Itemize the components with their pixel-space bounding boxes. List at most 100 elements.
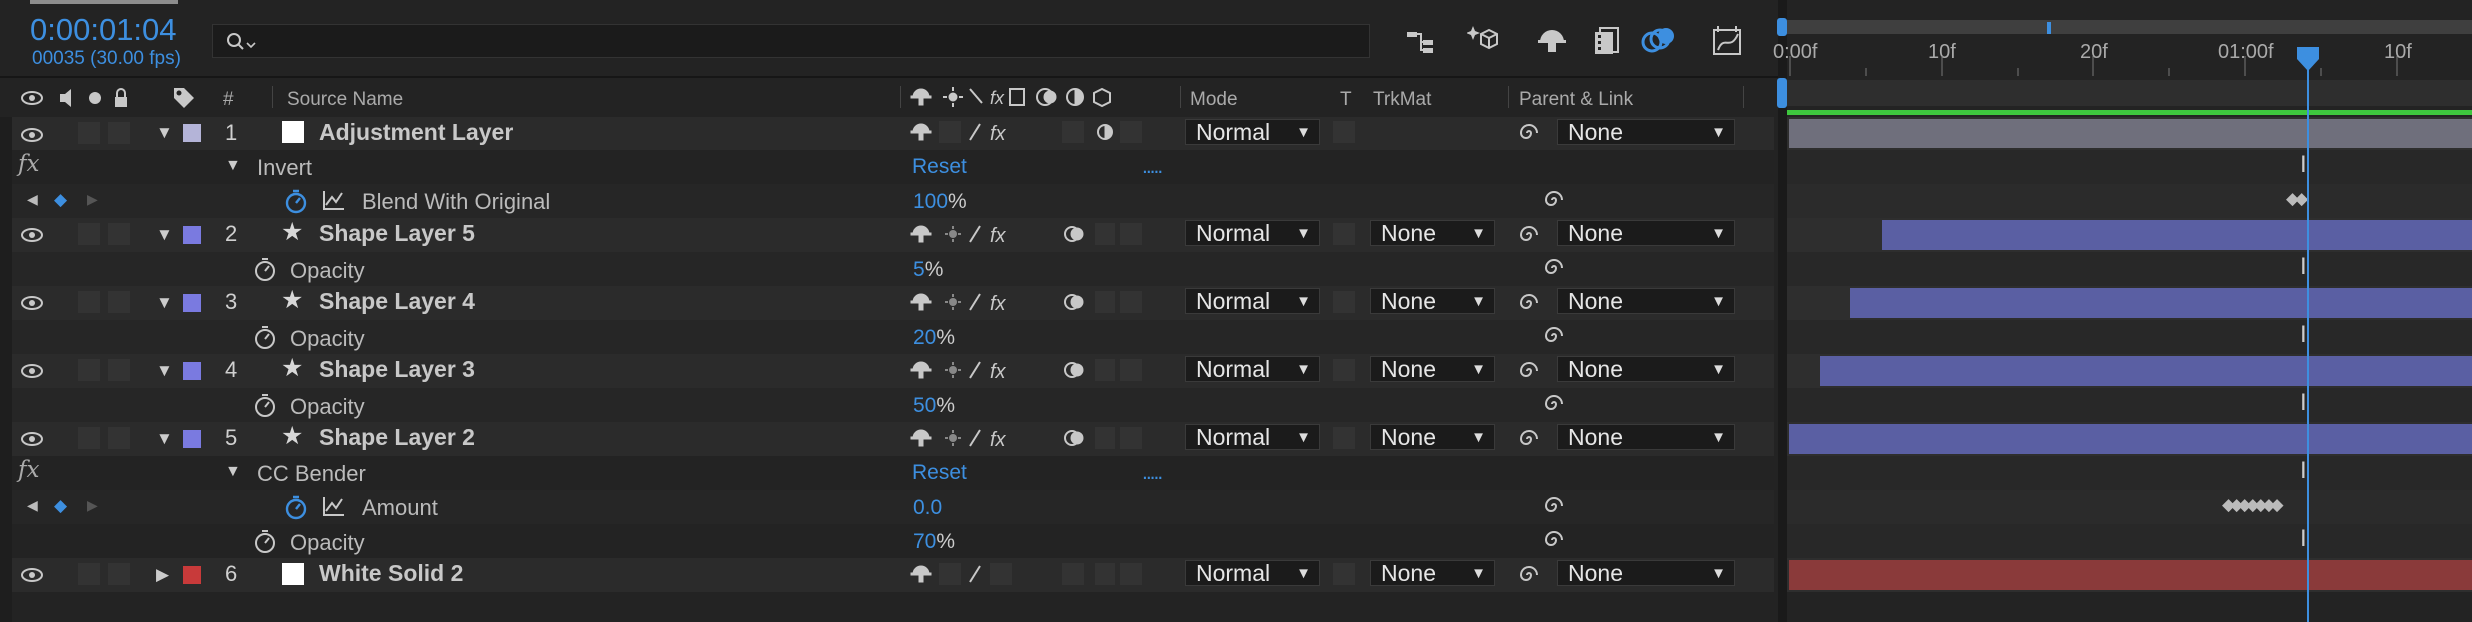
layer-row-adjustment-layer[interactable] [12,117,1774,150]
prev-keyframe-icon[interactable]: ◀ [27,192,38,206]
track-matte-dropdown[interactable]: None ▼ [1370,288,1495,314]
parent-dropdown[interactable]: None ▼ [1557,220,1735,246]
preserve-transparency-switch[interactable] [1333,223,1355,245]
solo-switch[interactable] [78,223,100,245]
preserve-transparency-switch[interactable] [1333,359,1355,381]
layer-duration-bar[interactable] [1820,356,2472,386]
property-row-blend-with-original[interactable] [12,184,1774,218]
preserve-transparency-switch[interactable] [1333,121,1355,143]
navigator-start-handle[interactable] [1777,18,1787,36]
track-matte-dropdown[interactable]: None ▼ [1370,560,1495,586]
layer-switches[interactable]: fx [910,426,1145,452]
property-value-number[interactable]: 0.0 [913,496,942,519]
property-value[interactable]: 50% [913,395,955,416]
visibility-eye-icon[interactable] [20,364,44,378]
layer-name[interactable]: Shape Layer 3 [319,358,475,381]
column-number[interactable]: # [223,90,234,109]
visibility-eye-icon[interactable] [20,128,44,142]
pick-whip-icon[interactable] [1518,292,1540,314]
twirl-down-icon[interactable]: ▼ [156,430,173,447]
pick-whip-icon[interactable] [1518,360,1540,382]
effect-name[interactable]: Invert [257,157,312,179]
parent-dropdown[interactable]: None ▼ [1557,288,1735,314]
add-keyframe-icon[interactable]: ◆ [54,191,67,208]
shy-layers-icon[interactable] [1536,26,1568,56]
effect-reset-link[interactable]: Reset [912,462,967,483]
effect-fx-icon[interactable]: fx [18,153,39,176]
lock-switch[interactable] [108,427,130,449]
layer-duration-bar[interactable] [1789,560,2472,590]
solo-switch[interactable] [78,122,100,144]
lock-switch[interactable] [108,563,130,585]
lock-switch[interactable] [108,359,130,381]
motion-blur-icon[interactable] [1640,24,1676,58]
keyframe-icon[interactable]: ◆◆◆◆◆◆◆ [2222,496,2283,513]
twirl-down-icon[interactable]: ▼ [156,362,173,379]
pick-whip-icon[interactable] [1518,428,1540,450]
pick-whip-icon[interactable] [1543,189,1565,211]
layer-switches[interactable]: fx [910,120,1145,146]
lock-switch[interactable] [108,223,130,245]
frame-blending-icon[interactable] [1592,26,1622,56]
property-value[interactable]: 70% [913,531,955,552]
solo-switch[interactable] [78,427,100,449]
stopwatch-icon[interactable] [253,256,277,282]
pick-whip-icon[interactable] [1543,529,1565,551]
layer-switches[interactable]: fx [910,290,1145,316]
layer-name[interactable]: Shape Layer 5 [319,222,475,245]
blend-mode-dropdown[interactable]: Normal ▼ [1185,424,1320,450]
pick-whip-icon[interactable] [1543,325,1565,347]
solo-switch[interactable] [78,563,100,585]
twirl-down-icon[interactable]: ▼ [156,294,173,311]
search-input[interactable] [212,24,1370,58]
property-value-number[interactable]: 70 [913,530,936,553]
playhead-line[interactable] [2307,56,2309,622]
add-keyframe-icon[interactable]: ◆ [54,497,67,514]
effect-about-link[interactable]: ..... [1142,156,1163,177]
graph-icon[interactable] [322,189,346,211]
property-value[interactable]: 20% [913,327,955,348]
blend-mode-dropdown[interactable]: Normal ▼ [1185,220,1320,246]
effect-name[interactable]: CC Bender [257,463,366,485]
keyframe-icon[interactable]: ◆◆ [2286,190,2308,207]
pick-whip-icon[interactable] [1518,564,1540,586]
solo-switch[interactable] [78,359,100,381]
pick-whip-icon[interactable] [1518,224,1540,246]
stopwatch-icon[interactable] [253,528,277,554]
label-color-swatch[interactable] [183,566,201,584]
stopwatch-icon[interactable] [253,392,277,418]
composition-flowchart-icon[interactable] [1405,26,1437,58]
layer-row-shape-layer-2[interactable] [12,422,1774,456]
solo-switch[interactable] [78,291,100,313]
pick-whip-icon[interactable] [1543,495,1565,517]
layer-duration-bar[interactable] [1789,424,2472,454]
column-parent-link[interactable]: Parent & Link [1519,90,1633,109]
layer-row-shape-layer-5[interactable] [12,218,1774,252]
parent-dropdown[interactable]: None ▼ [1557,119,1735,145]
layer-row-shape-layer-4[interactable] [12,286,1774,320]
stopwatch-icon[interactable] [284,494,308,520]
layer-row-shape-layer-3[interactable] [12,354,1774,388]
effect-reset-link[interactable]: Reset [912,156,967,177]
visibility-eye-icon[interactable] [20,568,44,582]
label-color-swatch[interactable] [183,362,201,380]
visibility-eye-icon[interactable] [20,432,44,446]
preserve-transparency-switch[interactable] [1333,427,1355,449]
property-value-number[interactable]: 20 [913,326,936,349]
property-value-number[interactable]: 50 [913,394,936,417]
property-value-number[interactable]: 5 [913,258,925,281]
property-value[interactable]: 5% [913,259,943,280]
layer-duration-bar[interactable] [1789,119,2472,148]
lock-switch[interactable] [108,291,130,313]
track-matte-dropdown[interactable]: None ▼ [1370,220,1495,246]
track-matte-dropdown[interactable]: None ▼ [1370,424,1495,450]
current-time-display[interactable]: 0:00:01:04 [30,14,177,45]
parent-dropdown[interactable]: None ▼ [1557,356,1735,382]
column-t[interactable]: T [1340,90,1352,109]
playhead-handle-icon[interactable] [2296,46,2320,72]
layer-name[interactable]: Adjustment Layer [319,121,513,144]
column-mode[interactable]: Mode [1190,90,1238,109]
property-value[interactable]: 0.0 [913,497,942,518]
blend-mode-dropdown[interactable]: Normal ▼ [1185,560,1320,586]
twirl-down-icon[interactable]: ▼ [156,124,173,141]
